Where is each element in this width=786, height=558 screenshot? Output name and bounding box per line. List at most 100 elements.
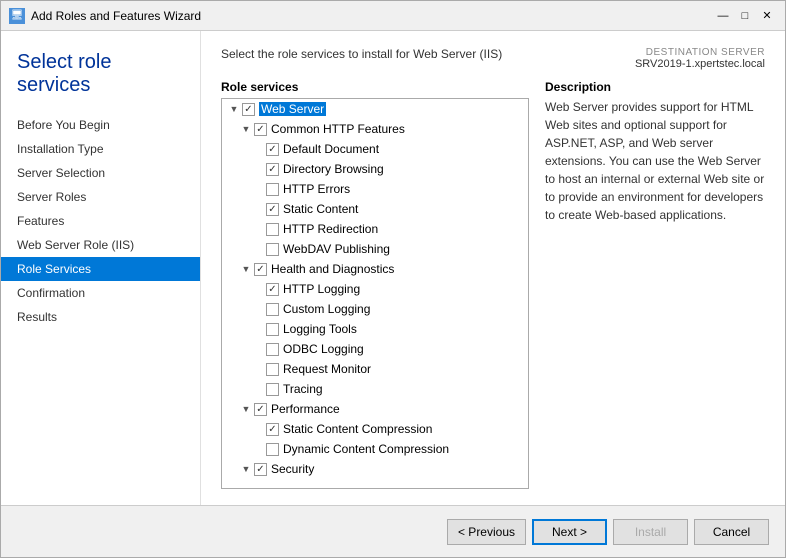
nav-item-web-server-role-(iis)[interactable]: Web Server Role (IIS) (1, 233, 200, 257)
tree-item-label: Performance (271, 402, 340, 416)
tree-item-label: Dynamic Content Compression (283, 442, 449, 456)
tree-item[interactable]: ▼ Security (222, 459, 528, 479)
nav-list: Before You BeginInstallation TypeServer … (1, 113, 200, 329)
dest-name: SRV2019-1.xpertstec.local (635, 58, 765, 70)
destination-server: DESTINATION SERVER SRV2019-1.xpertstec.l… (635, 47, 765, 70)
tree-item[interactable]: ▶HTTP Errors (222, 179, 528, 199)
tree-item-label: Tracing (283, 382, 323, 396)
nav-item-server-selection[interactable]: Server Selection (1, 161, 200, 185)
nav-item-role-services[interactable]: Role Services (1, 257, 200, 281)
left-nav-panel: Select role services Before You BeginIns… (1, 31, 201, 505)
title-bar: 🖥 Add Roles and Features Wizard — □ ✕ (1, 1, 785, 31)
tree-items: ▼ Web Server ▼ Common HTTP Features ▶Default… (222, 99, 528, 479)
tree-item-checkbox[interactable] (266, 323, 279, 336)
tree-item-checkbox[interactable] (266, 283, 279, 296)
tree-item-label: Logging Tools (283, 322, 357, 336)
tree-item-label: Custom Logging (283, 302, 370, 316)
nav-item-features[interactable]: Features (1, 209, 200, 233)
tree-item-checkbox[interactable] (266, 243, 279, 256)
footer: < Previous Next > Install Cancel (1, 505, 785, 557)
description-label: Description (545, 80, 765, 94)
tree-item-checkbox[interactable] (266, 423, 279, 436)
tree-expand-icon[interactable]: ▼ (226, 101, 242, 117)
tree-item[interactable]: ▶Static Content (222, 199, 528, 219)
tree-item-checkbox[interactable] (266, 203, 279, 216)
window-title: Add Roles and Features Wizard (31, 9, 713, 23)
app-icon: 🖥 (9, 8, 25, 24)
nav-item-results[interactable]: Results (1, 305, 200, 329)
dest-label: DESTINATION SERVER (635, 47, 765, 58)
tree-item[interactable]: ▶Request Monitor (222, 359, 528, 379)
tree-item[interactable]: ▶WebDAV Publishing (222, 239, 528, 259)
tree-item-checkbox[interactable] (266, 303, 279, 316)
tree-item-label: Common HTTP Features (271, 122, 405, 136)
main-panel: Select the role services to install for … (201, 31, 785, 505)
tree-item-label: Security (271, 462, 314, 476)
nav-item-before-you-begin[interactable]: Before You Begin (1, 113, 200, 137)
tree-item[interactable]: ▼ Health and Diagnostics (222, 259, 528, 279)
tree-item-checkbox[interactable] (266, 143, 279, 156)
main-header: Select the role services to install for … (221, 47, 765, 70)
main-window: 🖥 Add Roles and Features Wizard — □ ✕ Se… (0, 0, 786, 558)
tree-item-label: Directory Browsing (283, 162, 384, 176)
tree-item-checkbox[interactable] (254, 403, 267, 416)
description-text: Web Server provides support for HTML Web… (545, 98, 765, 224)
tree-item-label: HTTP Redirection (283, 222, 378, 236)
title-bar-controls: — □ ✕ (713, 7, 777, 25)
tree-item-checkbox[interactable] (254, 463, 267, 476)
tree-item[interactable]: ▶Dynamic Content Compression (222, 439, 528, 459)
tree-item[interactable]: ▼ Common HTTP Features (222, 119, 528, 139)
tree-item[interactable]: ▼ Web Server (222, 99, 528, 119)
tree-item-checkbox[interactable] (266, 363, 279, 376)
role-services-label: Role services (221, 80, 529, 94)
tree-item[interactable]: ▶Logging Tools (222, 319, 528, 339)
nav-item-server-roles[interactable]: Server Roles (1, 185, 200, 209)
minimize-button[interactable]: — (713, 7, 733, 25)
page-title: Select role services (1, 41, 200, 113)
tree-item-label: Static Content Compression (283, 422, 432, 436)
tree-item[interactable]: ▶Static Content Compression (222, 419, 528, 439)
tree-item-label: WebDAV Publishing (283, 242, 390, 256)
tree-item[interactable]: ▶HTTP Redirection (222, 219, 528, 239)
tree-item[interactable]: ▶Default Document (222, 139, 528, 159)
cancel-button[interactable]: Cancel (694, 519, 769, 545)
tree-expand-icon[interactable]: ▼ (238, 461, 254, 477)
role-services-panel: Role services ▼ Web Server ▼ Common HTTP Fe… (221, 80, 529, 489)
tree-item-label: Static Content (283, 202, 358, 216)
tree-expand-icon[interactable]: ▼ (238, 261, 254, 277)
tree-item-checkbox[interactable] (266, 183, 279, 196)
next-button[interactable]: Next > (532, 519, 607, 545)
tree-item-checkbox[interactable] (254, 263, 267, 276)
tree-item-checkbox[interactable] (266, 223, 279, 236)
tree-item-checkbox[interactable] (266, 343, 279, 356)
tree-item-checkbox[interactable] (266, 443, 279, 456)
tree-item-checkbox[interactable] (242, 103, 255, 116)
tree-item[interactable]: ▶Directory Browsing (222, 159, 528, 179)
tree-item[interactable]: ▶HTTP Logging (222, 279, 528, 299)
description-panel: Description Web Server provides support … (545, 80, 765, 489)
tree-item-label: HTTP Errors (283, 182, 350, 196)
nav-item-installation-type[interactable]: Installation Type (1, 137, 200, 161)
previous-button[interactable]: < Previous (447, 519, 526, 545)
tree-item-checkbox[interactable] (254, 123, 267, 136)
tree-item-checkbox[interactable] (266, 163, 279, 176)
tree-expand-icon[interactable]: ▼ (238, 401, 254, 417)
install-button[interactable]: Install (613, 519, 688, 545)
tree-item-label: ODBC Logging (283, 342, 364, 356)
tree-item[interactable]: ▶Tracing (222, 379, 528, 399)
tree-item[interactable]: ▶ODBC Logging (222, 339, 528, 359)
maximize-button[interactable]: □ (735, 7, 755, 25)
tree-item[interactable]: ▼ Performance (222, 399, 528, 419)
tree-container[interactable]: ▼ Web Server ▼ Common HTTP Features ▶Default… (221, 98, 529, 489)
tree-item-label: Web Server (259, 102, 326, 116)
tree-expand-icon[interactable]: ▼ (238, 121, 254, 137)
content-area: Select role services Before You BeginIns… (1, 31, 785, 505)
tree-item[interactable]: ▶Custom Logging (222, 299, 528, 319)
tree-item-label: Request Monitor (283, 362, 371, 376)
tree-item-label: Health and Diagnostics (271, 262, 394, 276)
instruction-text: Select the role services to install for … (221, 47, 502, 61)
tree-item-checkbox[interactable] (266, 383, 279, 396)
tree-item-label: HTTP Logging (283, 282, 360, 296)
close-button[interactable]: ✕ (757, 7, 777, 25)
nav-item-confirmation[interactable]: Confirmation (1, 281, 200, 305)
